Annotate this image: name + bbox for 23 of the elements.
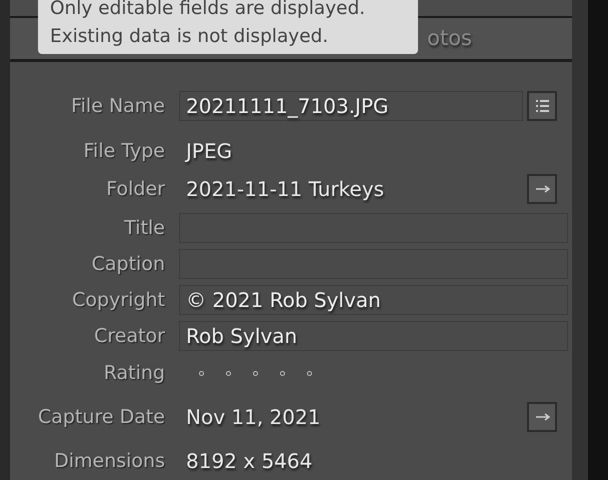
field-label: File Name bbox=[70, 95, 166, 117]
field-label: Folder bbox=[105, 178, 166, 200]
arrow-button[interactable] bbox=[527, 174, 557, 204]
input-field[interactable]: 20211111_7103.JPG bbox=[179, 91, 523, 121]
field-label: Caption bbox=[90, 253, 166, 275]
arrow-button[interactable] bbox=[527, 402, 557, 432]
input-field[interactable]: © 2021 Rob Sylvan bbox=[179, 285, 568, 315]
tooltip: Only editable fields are displayed. Existing data is not displayed. bbox=[38, 0, 418, 54]
field-label: Dimensions bbox=[53, 450, 166, 472]
field-label: File Type bbox=[82, 140, 166, 162]
arrow-icon bbox=[534, 413, 550, 421]
list-button[interactable] bbox=[527, 91, 557, 121]
field-value: JPEG bbox=[184, 139, 234, 163]
field-value: 2021-11-11 Turkeys bbox=[185, 177, 386, 201]
field-label: Title bbox=[123, 217, 166, 239]
field-value: Nov 11, 2021 bbox=[185, 405, 322, 429]
field-value: 8192 x 5464 bbox=[185, 449, 314, 473]
arrow-icon bbox=[534, 185, 550, 193]
field-label: Capture Date bbox=[37, 406, 166, 428]
field-label: Rating bbox=[102, 362, 166, 384]
field-label: Creator bbox=[93, 325, 166, 347]
input-field[interactable]: Rob Sylvan bbox=[179, 321, 568, 351]
field-label: Copyright bbox=[71, 289, 166, 311]
